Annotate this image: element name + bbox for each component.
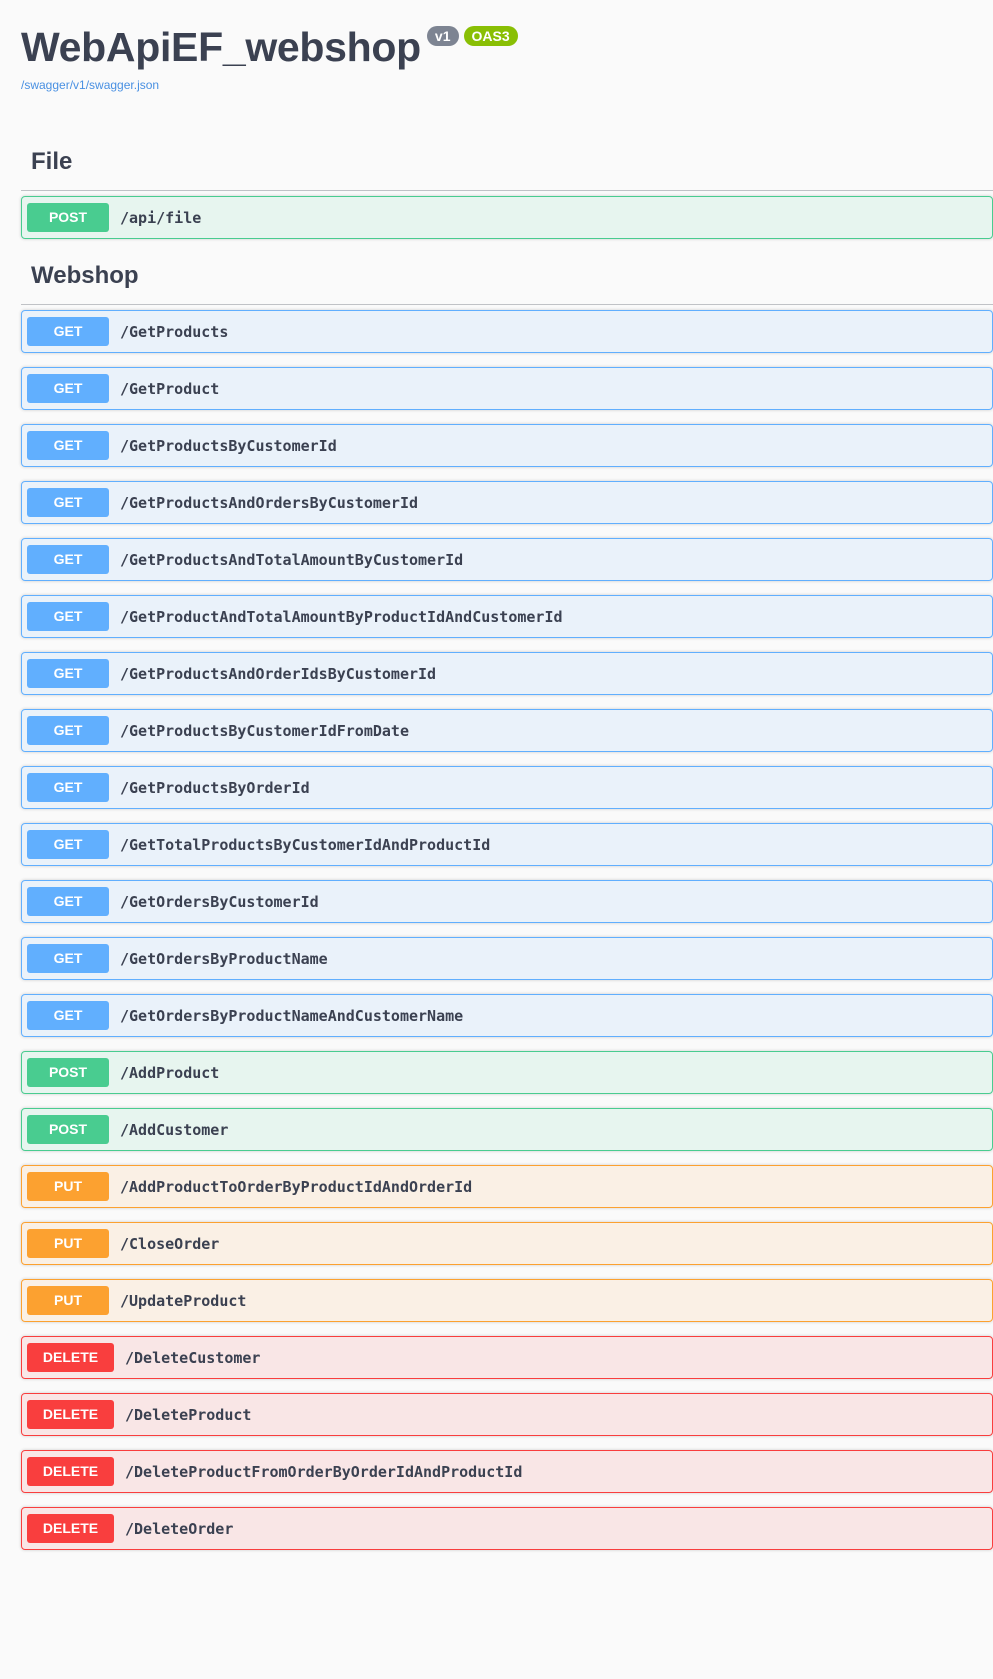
operation-path: /GetOrdersByProductNameAndCustomerName — [120, 1006, 464, 1025]
operation-path: /AddCustomer — [120, 1120, 229, 1139]
operation-post-row[interactable]: POST/api/file — [21, 196, 993, 239]
method-badge-get: GET — [27, 374, 109, 403]
operation-path: /GetProductsAndOrderIdsByCustomerId — [120, 664, 437, 683]
operation-path: /api/file — [120, 208, 202, 227]
operation-get-row[interactable]: GET/GetProducts — [21, 310, 993, 353]
operation-path: /GetOrdersByProductName — [120, 949, 328, 968]
operation-delete-row[interactable]: DELETE/DeleteCustomer — [21, 1336, 993, 1379]
operation-path: /GetProductsByCustomerIdFromDate — [120, 721, 409, 740]
operation-path: /DeleteProductFromOrderByOrderIdAndProdu… — [125, 1462, 523, 1481]
method-badge-get: GET — [27, 317, 109, 346]
operation-path: /GetProduct — [120, 379, 220, 398]
method-badge-post: POST — [27, 203, 109, 232]
method-badge-get: GET — [27, 602, 109, 631]
method-badge-delete: DELETE — [27, 1400, 114, 1429]
operation-get-row[interactable]: GET/GetProductsAndOrdersByCustomerId — [21, 481, 993, 524]
operation-get-row[interactable]: GET/GetProductsAndOrderIdsByCustomerId — [21, 652, 993, 695]
operations-list: GET/GetProducts GET/GetProduct GET/GetProd… — [21, 310, 993, 1550]
api-info: WebApiEF_webshop v1 OAS3 /swagger/v1/swa… — [21, 18, 518, 92]
operation-path: /GetProducts — [120, 322, 229, 341]
operation-get-row[interactable]: GET/GetOrdersByProductNameAndCustomerNam… — [21, 994, 993, 1037]
operation-get-row[interactable]: GET/GetProductsByCustomerIdFromDate — [21, 709, 993, 752]
method-badge-put: PUT — [27, 1229, 109, 1258]
swagger-page: WebApiEF_webshop v1 OAS3 /swagger/v1/swa… — [0, 0, 993, 1679]
operation-path: /GetTotalProductsByCustomerIdAndProductI… — [120, 835, 491, 854]
version-badge: v1 — [426, 26, 459, 46]
operation-delete-row[interactable]: DELETE/DeleteOrder — [21, 1507, 993, 1550]
method-badge-get: GET — [27, 716, 109, 745]
operation-post-row[interactable]: POST/AddProduct — [21, 1051, 993, 1094]
operation-path: /GetProductsAndOrdersByCustomerId — [120, 493, 419, 512]
section-header-file[interactable]: File — [21, 134, 993, 191]
operation-get-row[interactable]: GET/GetOrdersByProductName — [21, 937, 993, 980]
operation-path: /GetOrdersByCustomerId — [120, 892, 319, 911]
operation-get-row[interactable]: GET/GetProductsAndTotalAmountByCustomerI… — [21, 538, 993, 581]
operation-delete-row[interactable]: DELETE/DeleteProduct — [21, 1393, 993, 1436]
operation-get-row[interactable]: GET/GetTotalProductsByCustomerIdAndProdu… — [21, 823, 993, 866]
method-badge-post: POST — [27, 1058, 109, 1087]
method-badge-get: GET — [27, 488, 109, 517]
operation-post-row[interactable]: POST/AddCustomer — [21, 1108, 993, 1151]
operation-put-row[interactable]: PUT/CloseOrder — [21, 1222, 993, 1265]
api-title: WebApiEF_webshop — [21, 24, 421, 70]
section-file: File POST/api/file — [21, 134, 993, 253]
method-badge-delete: DELETE — [27, 1457, 114, 1486]
operation-get-row[interactable]: GET/GetProductsByOrderId — [21, 766, 993, 809]
operation-put-row[interactable]: PUT/UpdateProduct — [21, 1279, 993, 1322]
method-badge-get: GET — [27, 944, 109, 973]
section-webshop: Webshop GET/GetProducts GET/GetProduct GET… — [21, 248, 993, 1564]
operation-path: /GetProductsByOrderId — [120, 778, 310, 797]
operation-delete-row[interactable]: DELETE/DeleteProductFromOrderByOrderIdAn… — [21, 1450, 993, 1493]
method-badge-get: GET — [27, 830, 109, 859]
title-row: WebApiEF_webshop v1 OAS3 — [21, 18, 518, 76]
method-badge-get: GET — [27, 773, 109, 802]
operation-path: /DeleteOrder — [125, 1519, 234, 1538]
operation-get-row[interactable]: GET/GetProductAndTotalAmountByProductIdA… — [21, 595, 993, 638]
method-badge-post: POST — [27, 1115, 109, 1144]
operation-path: /UpdateProduct — [120, 1291, 247, 1310]
method-badge-delete: DELETE — [27, 1514, 114, 1543]
method-badge-put: PUT — [27, 1286, 109, 1315]
method-badge-get: GET — [27, 545, 109, 574]
operation-get-row[interactable]: GET/GetProduct — [21, 367, 993, 410]
oas-badge: OAS3 — [463, 26, 518, 46]
operation-path: /AddProduct — [120, 1063, 220, 1082]
operation-put-row[interactable]: PUT/AddProductToOrderByProductIdAndOrder… — [21, 1165, 993, 1208]
section-header-webshop[interactable]: Webshop — [21, 248, 993, 305]
operation-path: /AddProductToOrderByProductIdAndOrderId — [120, 1177, 473, 1196]
operation-path: /GetProductsAndTotalAmountByCustomerId — [120, 550, 464, 569]
operation-path: /DeleteProduct — [125, 1405, 252, 1424]
operations-list: POST/api/file — [21, 196, 993, 239]
operation-path: /GetProductsByCustomerId — [120, 436, 337, 455]
spec-link[interactable]: /swagger/v1/swagger.json — [21, 78, 518, 92]
method-badge-get: GET — [27, 1001, 109, 1030]
method-badge-get: GET — [27, 659, 109, 688]
operation-get-row[interactable]: GET/GetProductsByCustomerId — [21, 424, 993, 467]
method-badge-put: PUT — [27, 1172, 109, 1201]
operation-path: /DeleteCustomer — [125, 1348, 261, 1367]
method-badge-delete: DELETE — [27, 1343, 114, 1372]
operation-path: /GetProductAndTotalAmountByProductIdAndC… — [120, 607, 563, 626]
method-badge-get: GET — [27, 431, 109, 460]
operation-path: /CloseOrder — [120, 1234, 220, 1253]
operation-get-row[interactable]: GET/GetOrdersByCustomerId — [21, 880, 993, 923]
method-badge-get: GET — [27, 887, 109, 916]
